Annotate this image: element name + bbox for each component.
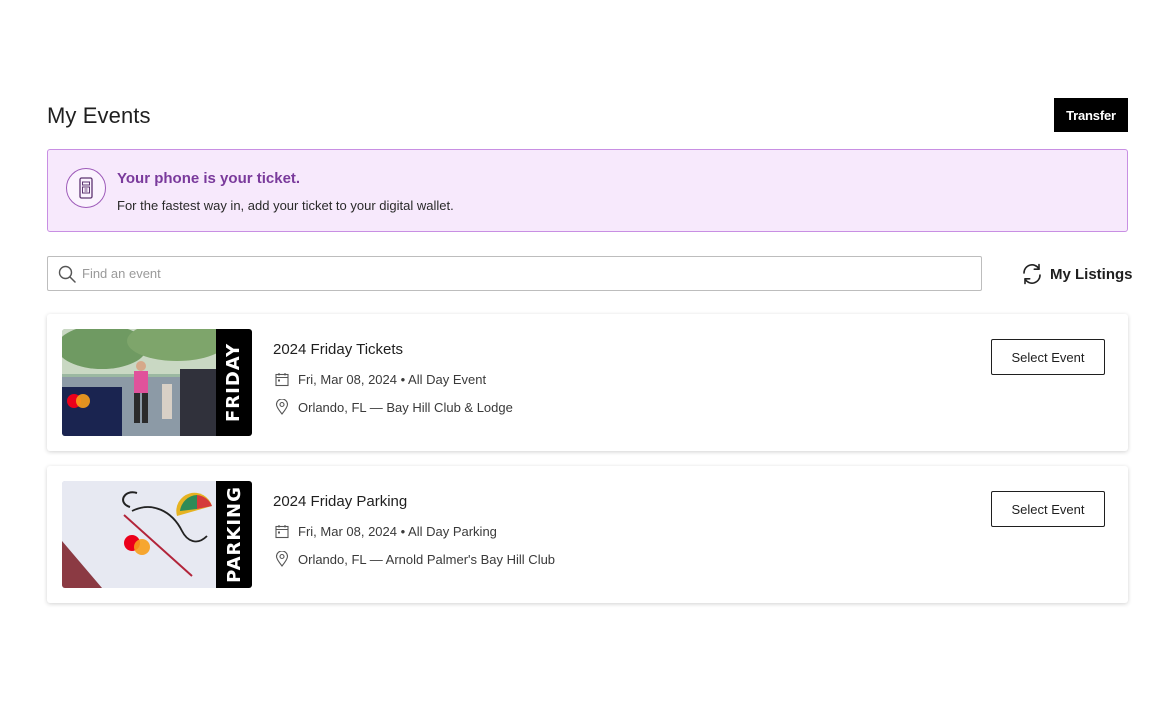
transfer-button[interactable]: Transfer: [1054, 98, 1128, 132]
my-listings-link[interactable]: My Listings: [1020, 262, 1133, 286]
event-card: FRIDAY 2024 Friday Tickets Fri, Mar 08, …: [47, 314, 1128, 451]
select-event-button[interactable]: Select Event: [991, 491, 1105, 527]
page-title: My Events: [47, 103, 151, 128]
event-type-strip: FRIDAY: [216, 329, 252, 436]
refresh-icon: [1023, 263, 1041, 285]
digital-ticket-banner: Your phone is your ticket. For the faste…: [47, 149, 1128, 232]
event-thumbnail: FRIDAY: [62, 329, 252, 436]
calendar-icon: [275, 525, 289, 539]
event-venue: Orlando, FL — Arnold Palmer's Bay Hill C…: [275, 551, 555, 567]
calendar-icon: [275, 373, 289, 387]
location-pin-icon: [275, 399, 289, 415]
event-date: Fri, Mar 08, 2024 • All Day Event: [275, 372, 486, 387]
banner-title: Your phone is your ticket.: [117, 170, 301, 187]
my-listings-label: My Listings: [1050, 265, 1133, 283]
event-photo: [62, 329, 216, 436]
phone-ticket-icon: [66, 168, 106, 208]
event-name: 2024 Friday Parking: [273, 493, 408, 510]
event-venue: Orlando, FL — Bay Hill Club & Lodge: [275, 399, 513, 415]
search-input[interactable]: [82, 258, 972, 289]
event-date: Fri, Mar 08, 2024 • All Day Parking: [275, 524, 497, 539]
search-icon: [58, 265, 76, 283]
search-box: [47, 256, 982, 291]
select-event-button[interactable]: Select Event: [991, 339, 1105, 375]
event-type-strip: PARKING: [216, 481, 252, 588]
event-thumbnail: PARKING: [62, 481, 252, 588]
location-pin-icon: [275, 551, 289, 567]
event-name: 2024 Friday Tickets: [273, 341, 404, 358]
event-card: PARKING 2024 Friday Parking Fri, Mar 08,…: [47, 466, 1128, 603]
event-photo: [62, 481, 216, 588]
banner-text: For the fastest way in, add your ticket …: [117, 198, 454, 213]
